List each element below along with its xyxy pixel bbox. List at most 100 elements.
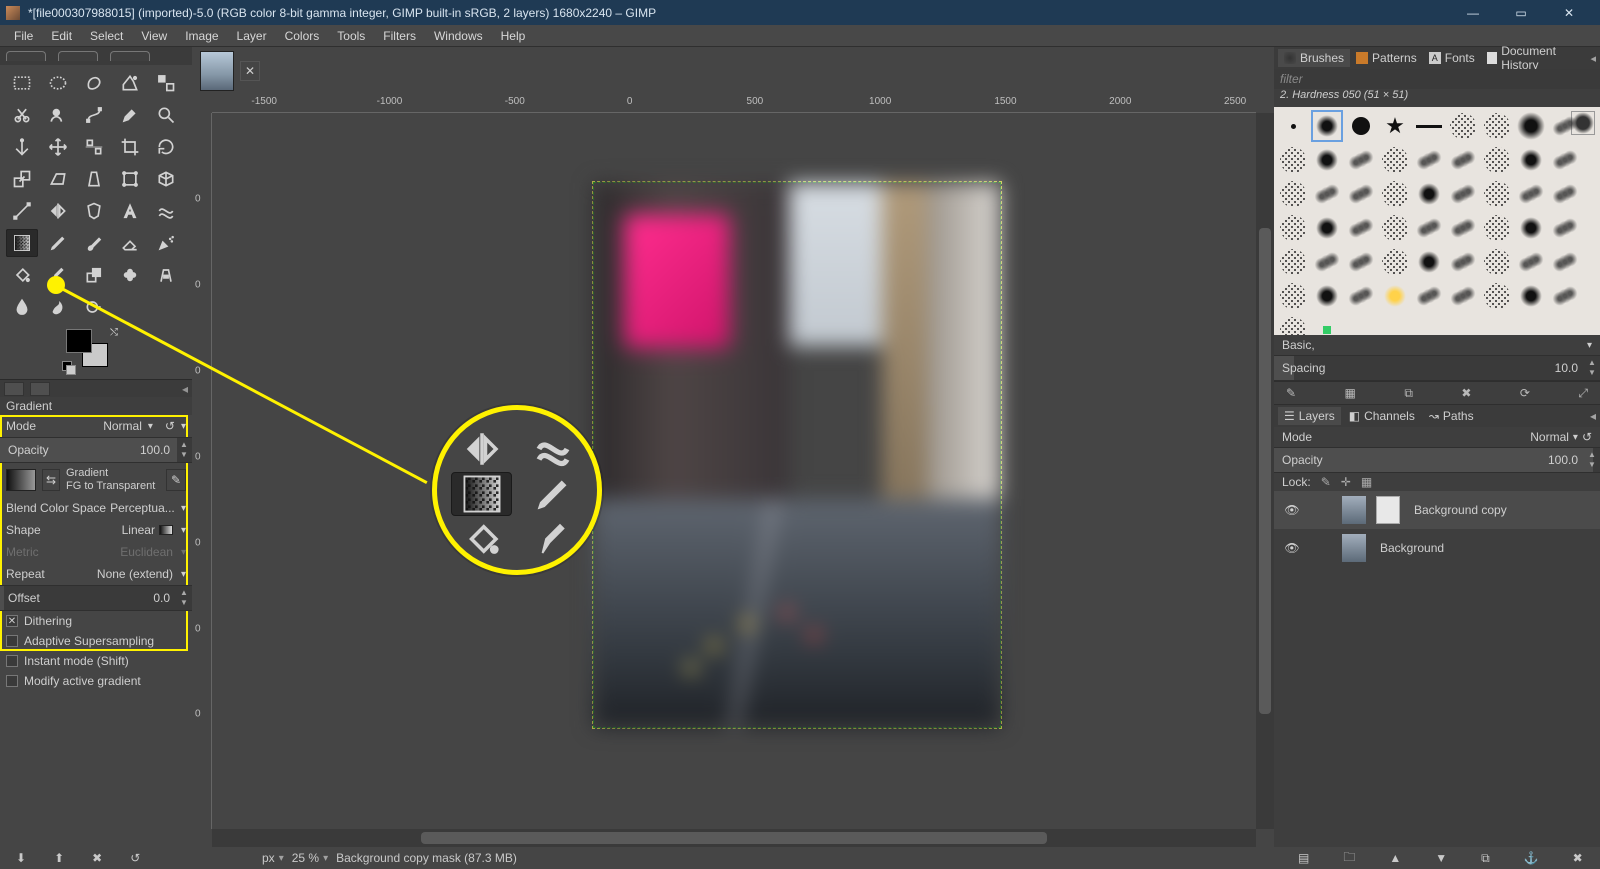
menu-view[interactable]: View bbox=[133, 27, 175, 45]
offset-slider[interactable]: Offset 0.0 ▲▼ bbox=[0, 585, 192, 611]
brush-item[interactable] bbox=[1549, 280, 1581, 312]
tool-foreground-select[interactable] bbox=[42, 101, 74, 129]
tool-text[interactable] bbox=[114, 197, 146, 225]
chevron-down-icon[interactable]: ▾ bbox=[181, 421, 186, 432]
tool-unified-transform[interactable] bbox=[114, 165, 146, 193]
brush-item[interactable] bbox=[1549, 212, 1581, 244]
layer-anchor-icon[interactable]: ⚓ bbox=[1524, 851, 1539, 865]
tab-paths[interactable]: ↝Paths bbox=[1423, 407, 1480, 425]
chevron-down-icon[interactable]: ▾ bbox=[181, 525, 186, 536]
tool-heal[interactable] bbox=[114, 261, 146, 289]
reset-tool-options-icon[interactable]: ↺ bbox=[130, 851, 140, 865]
brush-item[interactable] bbox=[1515, 212, 1547, 244]
gradient-edit-button[interactable]: ✎ bbox=[166, 469, 186, 491]
tool-scissors[interactable] bbox=[6, 101, 38, 129]
lock-alpha-icon[interactable]: ▦ bbox=[1361, 475, 1372, 489]
spacing-slider[interactable]: Spacing 10.0 ▲▼ bbox=[1274, 355, 1600, 381]
tool-crop[interactable] bbox=[114, 133, 146, 161]
menu-tools[interactable]: Tools bbox=[329, 27, 373, 45]
brush-item[interactable] bbox=[1413, 212, 1445, 244]
brush-item[interactable] bbox=[1447, 178, 1479, 210]
tab-channels[interactable]: ◧Channels bbox=[1343, 407, 1421, 425]
tool-blur[interactable] bbox=[6, 293, 38, 321]
layer-down-icon[interactable]: ▼ bbox=[1435, 851, 1447, 865]
device-status-tab-icon[interactable] bbox=[30, 382, 50, 396]
tool-free-select[interactable] bbox=[78, 69, 110, 97]
brush-item[interactable] bbox=[1515, 144, 1547, 176]
brush-item[interactable] bbox=[1311, 144, 1343, 176]
chevron-down-icon[interactable]: ▾ bbox=[1573, 432, 1578, 443]
toolbox-handle[interactable] bbox=[0, 47, 192, 65]
panel-config-icon[interactable]: ◂ bbox=[1590, 52, 1596, 65]
tool-options-tab-icon[interactable] bbox=[4, 382, 24, 396]
lock-pixels-icon[interactable]: ✎ bbox=[1321, 475, 1331, 489]
brush-filter-input[interactable]: filter bbox=[1274, 69, 1600, 89]
brush-item[interactable] bbox=[1277, 178, 1309, 210]
brush-item[interactable] bbox=[1515, 110, 1547, 142]
tool-perspective[interactable] bbox=[78, 165, 110, 193]
spin-up-icon[interactable]: ▲ bbox=[178, 440, 190, 450]
layer-mask-thumb[interactable] bbox=[1376, 496, 1400, 524]
tool-paintbrush[interactable] bbox=[78, 229, 110, 257]
tool-bucket-fill[interactable] bbox=[6, 261, 38, 289]
tool-options-config-icon[interactable]: ◂ bbox=[182, 382, 188, 396]
brush-item[interactable] bbox=[1277, 110, 1309, 142]
tool-align[interactable] bbox=[78, 133, 110, 161]
brush-item[interactable] bbox=[1277, 314, 1309, 335]
menu-layer[interactable]: Layer bbox=[229, 27, 275, 45]
brush-item[interactable] bbox=[1345, 178, 1377, 210]
brush-item[interactable] bbox=[1481, 110, 1513, 142]
brush-item[interactable] bbox=[1277, 144, 1309, 176]
spin-down-icon[interactable]: ▼ bbox=[178, 450, 190, 460]
tool-rect-select[interactable] bbox=[6, 69, 38, 97]
tool-airbrush[interactable] bbox=[150, 229, 182, 257]
lock-position-icon[interactable]: ✛ bbox=[1341, 475, 1351, 489]
tool-cage[interactable] bbox=[78, 197, 110, 225]
tab-patterns[interactable]: Patterns bbox=[1350, 49, 1423, 67]
brush-item[interactable] bbox=[1447, 212, 1479, 244]
scrollbar-horizontal[interactable] bbox=[212, 829, 1256, 847]
brush-item[interactable] bbox=[1379, 246, 1411, 278]
tab-fonts[interactable]: AFonts bbox=[1423, 49, 1481, 67]
opacity-slider[interactable]: Opacity 100.0 ▲▼ bbox=[0, 437, 192, 463]
spin-down-icon[interactable]: ▼ bbox=[1586, 368, 1598, 378]
brush-item[interactable] bbox=[1277, 246, 1309, 278]
brush-delete-icon[interactable]: ✖ bbox=[1461, 386, 1471, 400]
brush-item[interactable] bbox=[1311, 110, 1343, 142]
layer-delete-icon[interactable]: ✖ bbox=[1573, 851, 1583, 865]
brush-item[interactable] bbox=[1345, 110, 1377, 142]
tool-scale[interactable] bbox=[6, 165, 38, 193]
mode-row[interactable]: Mode Normal ▾ ↺ ▾ bbox=[0, 415, 192, 437]
blend-space-row[interactable]: Blend Color SpacePerceptua... ▾ bbox=[0, 497, 192, 519]
brush-item[interactable] bbox=[1345, 246, 1377, 278]
tool-measure[interactable] bbox=[6, 133, 38, 161]
menu-image[interactable]: Image bbox=[177, 27, 226, 45]
brush-grid[interactable]: ★ /*noop*/ bbox=[1274, 107, 1600, 335]
default-colors-icon[interactable] bbox=[62, 361, 74, 373]
spin-down-icon[interactable]: ▼ bbox=[178, 598, 190, 608]
brush-item[interactable] bbox=[1311, 178, 1343, 210]
tool-perspective-clone[interactable] bbox=[150, 261, 182, 289]
brush-item[interactable] bbox=[1379, 144, 1411, 176]
window-maximize-button[interactable]: ▭ bbox=[1506, 6, 1536, 20]
zoom-selector[interactable]: 25 %▾ bbox=[292, 851, 328, 865]
spin-up-icon[interactable]: ▲ bbox=[1586, 358, 1598, 368]
brush-new-icon[interactable]: ▦ bbox=[1345, 386, 1356, 400]
layer-item[interactable]: 👁 Background bbox=[1274, 529, 1600, 567]
dithering-check[interactable]: ✕Dithering bbox=[0, 611, 192, 631]
window-close-button[interactable]: ✕ bbox=[1554, 6, 1584, 20]
brush-item[interactable] bbox=[1447, 144, 1479, 176]
brush-open-icon[interactable]: ⤢ bbox=[1578, 386, 1588, 401]
menu-windows[interactable]: Windows bbox=[426, 27, 491, 45]
tool-handle-transform[interactable] bbox=[6, 197, 38, 225]
brush-item[interactable] bbox=[1481, 144, 1513, 176]
tool-rotate[interactable] bbox=[150, 133, 182, 161]
menu-filters[interactable]: Filters bbox=[375, 27, 424, 45]
brush-item[interactable]: ★ bbox=[1379, 110, 1411, 142]
layer-opacity-slider[interactable]: Opacity 100.0 ▲▼ bbox=[1274, 447, 1600, 473]
brush-item[interactable] bbox=[1447, 110, 1479, 142]
brush-item[interactable] bbox=[1379, 280, 1411, 312]
brush-edit-icon[interactable]: ✎ bbox=[1286, 386, 1296, 400]
layer-name[interactable]: Background copy bbox=[1410, 503, 1592, 517]
menu-file[interactable]: File bbox=[6, 27, 41, 45]
